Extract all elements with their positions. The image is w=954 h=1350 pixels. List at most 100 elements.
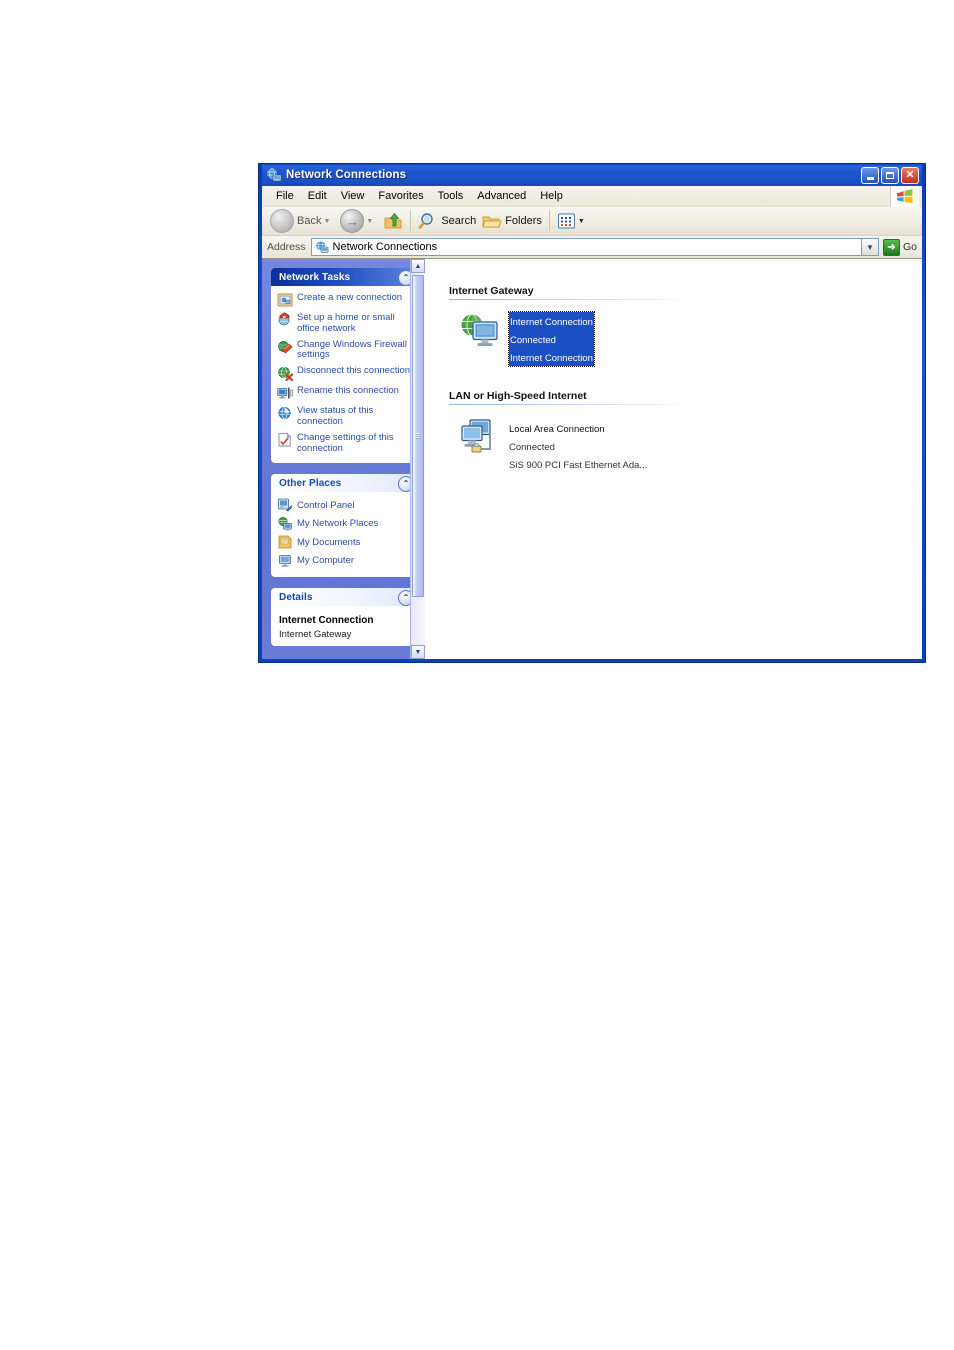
connection-name: Local Area Connection <box>509 424 605 435</box>
task-disconnect-connection[interactable]: Disconnect this connection <box>277 364 414 382</box>
other-places-header[interactable]: Other Places ⌃ <box>271 474 419 493</box>
chevron-down-icon[interactable]: ▼ <box>578 218 585 225</box>
network-tasks-panel: Network Tasks ⌃ Create a new connection … <box>271 268 419 464</box>
place-label: My Documents <box>297 536 361 548</box>
other-places-body: Control Panel My Network Places My Docum… <box>271 492 419 577</box>
task-label: Set up a home or small office network <box>297 312 395 334</box>
minimize-button[interactable] <box>861 166 879 184</box>
connection-device: Internet Connection <box>510 353 593 364</box>
title-bar[interactable]: Network Connections ✕ <box>262 164 922 186</box>
network-tasks-header[interactable]: Network Tasks ⌃ <box>271 268 419 286</box>
settings-icon <box>277 432 293 448</box>
details-connection-type: Internet Gateway <box>279 629 352 641</box>
menu-item-advanced[interactable]: Advanced <box>470 188 533 204</box>
network-connections-window: Network Connections ✕ File Edit View Fav… <box>258 163 926 663</box>
group-heading: Internet Gateway <box>449 285 534 297</box>
task-create-new-connection[interactable]: Create a new connection <box>277 291 414 309</box>
task-label: Rename this connection <box>297 385 399 397</box>
menu-item-favorites[interactable]: Favorites <box>371 188 430 204</box>
task-label: Create a new connection <box>297 292 403 303</box>
menu-item-help[interactable]: Help <box>533 188 570 204</box>
network-tasks-body: Create a new connection Set up a home or… <box>271 286 419 463</box>
group-divider <box>449 404 689 405</box>
views-icon <box>557 213 575 229</box>
scroll-up-button[interactable]: ▲ <box>411 259 425 273</box>
internet-gateway-icon <box>459 312 503 354</box>
other-places-title: Other Places <box>279 477 342 489</box>
disconnect-icon <box>277 365 293 382</box>
connection-labels[interactable]: Local Area Connection Connected SiS 900 … <box>509 417 647 473</box>
details-connection-name: Internet Connection <box>279 615 374 627</box>
task-label: Change Windows Firewall settings <box>297 338 407 361</box>
connection-item-local-area-connection[interactable]: Local Area Connection Connected SiS 900 … <box>459 417 922 473</box>
back-arrow-icon: ← <box>270 209 294 233</box>
connections-list[interactable]: Internet Gateway Internet Connection Con… <box>425 259 922 659</box>
folders-label: Folders <box>505 215 542 227</box>
place-my-computer[interactable]: My Computer <box>277 553 414 569</box>
up-button[interactable] <box>380 209 406 233</box>
scrollbar-thumb[interactable] <box>412 275 424 597</box>
task-pane-scrollbar[interactable]: ▲ ▼ <box>410 259 425 659</box>
toolbar: ← Back ▼ → ▼ Search Folders ▼ <box>262 207 922 236</box>
group-divider <box>449 299 689 300</box>
place-my-documents[interactable]: My Documents <box>277 534 414 550</box>
menu-item-tools[interactable]: Tools <box>431 188 471 204</box>
go-button[interactable]: ➜ Go <box>879 237 922 257</box>
toolbar-separator <box>410 211 412 231</box>
place-label: My Network Places <box>297 518 379 530</box>
details-title: Details <box>279 591 313 603</box>
place-control-panel[interactable]: Control Panel <box>277 497 414 513</box>
go-arrow-icon: ➜ <box>882 238 900 256</box>
connection-device: SiS 900 PCI Fast Ethernet Ada... <box>509 460 648 471</box>
network-places-icon <box>277 516 293 532</box>
task-rename-connection[interactable]: Rename this connection <box>277 384 414 402</box>
back-label: Back <box>297 215 322 227</box>
group-internet-gateway: Internet Gateway Internet Connection Con… <box>449 285 922 367</box>
lan-connection-icon <box>459 417 503 459</box>
place-label: Control Panel <box>297 499 355 511</box>
task-change-settings[interactable]: Change settings of this connection <box>277 431 414 456</box>
connection-labels[interactable]: Internet Connection Connected Internet C… <box>508 311 595 367</box>
group-lan-high-speed: LAN or High-Speed Internet Local Area Co… <box>449 390 922 473</box>
folders-button[interactable]: Folders <box>479 209 545 233</box>
group-heading: LAN or High-Speed Internet <box>449 390 587 402</box>
menu-item-view[interactable]: View <box>334 188 372 204</box>
scroll-down-button[interactable]: ▼ <box>411 645 425 659</box>
address-bar: Address Network Connections ▼ ➜ Go <box>262 236 922 259</box>
chevron-down-icon[interactable]: ▼ <box>366 218 373 225</box>
documents-icon <box>277 534 293 550</box>
task-setup-home-network[interactable]: Set up a home or small office network <box>277 311 414 336</box>
place-my-network-places[interactable]: My Network Places <box>277 516 414 532</box>
views-button[interactable]: ▼ <box>554 209 592 233</box>
search-button[interactable]: Search <box>415 209 479 233</box>
task-change-firewall-settings[interactable]: Change Windows Firewall settings <box>277 338 414 363</box>
menu-item-file[interactable]: File <box>269 188 301 204</box>
up-folder-icon <box>384 212 402 228</box>
toolbar-separator <box>548 211 550 231</box>
search-icon <box>419 212 434 229</box>
other-places-panel: Other Places ⌃ Control Panel My Network … <box>271 474 419 578</box>
address-input[interactable]: Network Connections <box>310 238 862 256</box>
explorer-body: Network Tasks ⌃ Create a new connection … <box>262 259 922 659</box>
task-view-status[interactable]: View status of this connection <box>277 404 414 429</box>
folders-icon <box>482 216 502 227</box>
window-title: Network Connections <box>286 169 407 181</box>
connection-status: Connected <box>510 335 556 346</box>
control-panel-icon <box>277 497 293 513</box>
chevron-down-icon[interactable]: ▼ <box>323 218 330 225</box>
network-globe-icon <box>315 240 328 253</box>
maximize-button[interactable] <box>881 166 899 184</box>
forward-button[interactable]: → ▼ <box>337 209 380 233</box>
details-panel: Details ⌃ Internet Connection Internet G… <box>271 588 419 647</box>
connection-status: Connected <box>509 442 555 453</box>
back-button[interactable]: ← Back ▼ <box>267 209 337 233</box>
network-tasks-title: Network Tasks <box>279 271 351 283</box>
address-dropdown-button[interactable]: ▼ <box>861 238 879 256</box>
details-header[interactable]: Details ⌃ <box>271 588 419 607</box>
close-button[interactable]: ✕ <box>901 166 919 184</box>
network-connections-icon <box>266 167 282 183</box>
menu-item-edit[interactable]: Edit <box>301 188 334 204</box>
window-client-area: File Edit View Favorites Tools Advanced … <box>262 186 922 659</box>
connection-item-internet-connection[interactable]: Internet Connection Connected Internet C… <box>459 311 922 367</box>
